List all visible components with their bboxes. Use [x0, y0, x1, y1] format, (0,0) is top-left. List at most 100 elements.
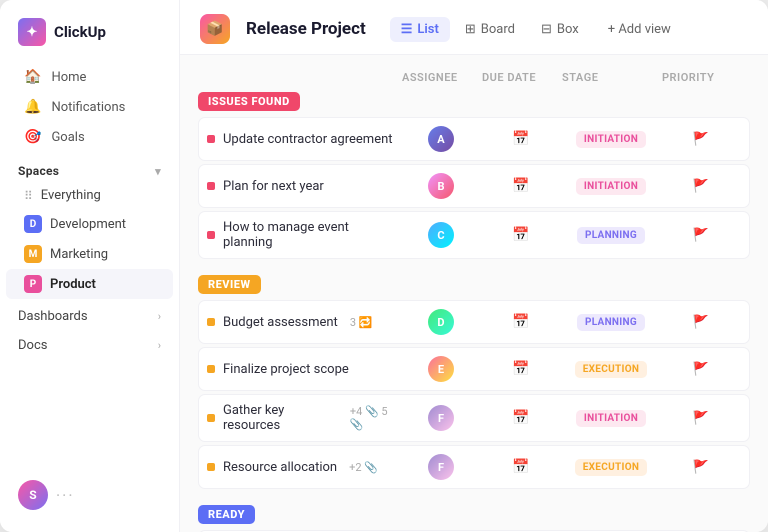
tab-bar: ☰ List ⊞ Board ⊟ Box + Add view [390, 17, 681, 42]
priority-cell: 🚩 [661, 411, 741, 426]
col-header-priority: PRIORITY [662, 71, 742, 84]
task-name: Update contractor agreement [223, 132, 393, 147]
group-review: REVIEW Budget assessment 3 🔁 D 📅 PLANNIN… [198, 273, 750, 489]
column-headers: ASSIGNEE DUE DATE STAGE PRIORITY [198, 69, 750, 90]
priority-icon: 🚩 [693, 179, 709, 194]
task-row[interactable]: Update contractor agreement A 📅 INITIATI… [198, 117, 750, 161]
tab-board-label: Board [481, 22, 515, 37]
docs-section[interactable]: Docs › [0, 328, 179, 357]
task-meta: 3 🔁 [350, 316, 373, 329]
group-header-issues[interactable]: ISSUES FOUND [198, 92, 300, 111]
priority-icon: 🚩 [693, 228, 709, 243]
calendar-icon: 📅 [512, 314, 529, 330]
task-name: Finalize project scope [223, 362, 349, 377]
sidebar-item-development[interactable]: D Development [6, 209, 173, 239]
assignee-cell: F [401, 405, 481, 431]
assignee-cell: D [401, 309, 481, 335]
task-name: Gather key resources [223, 403, 338, 433]
avatar: F [428, 454, 454, 480]
task-dot [207, 414, 215, 422]
calendar-icon: 📅 [512, 459, 529, 475]
group-header-ready[interactable]: READY [198, 505, 255, 524]
sidebar-item-marketing[interactable]: M Marketing [6, 239, 173, 269]
assignee-cell: F [401, 454, 481, 480]
col-header-stage: STAGE [562, 71, 662, 84]
app-window: ✦ ClickUp 🏠 Home 🔔 Notifications 🎯 Goals… [0, 0, 768, 532]
sidebar-item-goals-label: Goals [51, 130, 84, 145]
goals-icon: 🎯 [24, 129, 41, 145]
home-icon: 🏠 [24, 69, 41, 85]
content-area: ASSIGNEE DUE DATE STAGE PRIORITY ISSUES … [180, 55, 768, 532]
sidebar-item-everything[interactable]: ⠿ Everything [6, 182, 173, 209]
add-view-button[interactable]: + Add view [598, 17, 681, 42]
group-ready: READY New contractor agreement F 📅 PLANN… [198, 503, 750, 532]
group-issues-label: ISSUES FOUND [208, 95, 290, 108]
sidebar-footer: S ··· [0, 470, 179, 520]
due-cell: 📅 [481, 361, 561, 377]
box-icon: ⊟ [541, 22, 552, 37]
due-cell: 📅 [481, 227, 561, 243]
stage-badge: EXECUTION [575, 361, 648, 378]
avatar: A [428, 126, 454, 152]
sidebar-item-development-label: Development [50, 217, 126, 232]
due-cell: 📅 [481, 459, 561, 475]
bell-icon: 🔔 [24, 99, 41, 115]
marketing-dot: M [24, 245, 42, 263]
task-name-cell: Gather key resources +4 📎 5 📎 [207, 403, 401, 433]
stage-cell: INITIATION [561, 131, 661, 148]
task-dot [207, 463, 215, 471]
tab-board[interactable]: ⊞ Board [454, 17, 526, 42]
task-row[interactable]: How to manage event planning C 📅 PLANNIN… [198, 211, 750, 259]
due-cell: 📅 [481, 314, 561, 330]
sidebar-item-notifications-label: Notifications [51, 100, 125, 115]
task-row[interactable]: Finalize project scope E 📅 EXECUTION 🚩 [198, 347, 750, 391]
stage-badge: INITIATION [576, 131, 646, 148]
sidebar-item-goals[interactable]: 🎯 Goals [6, 122, 173, 152]
group-header-review[interactable]: REVIEW [198, 275, 261, 294]
spaces-section-header[interactable]: Spaces ▾ [0, 152, 179, 182]
stage-cell: INITIATION [561, 410, 661, 427]
list-icon: ☰ [401, 22, 413, 37]
stage-cell: EXECUTION [561, 361, 661, 378]
task-row[interactable]: Plan for next year B 📅 INITIATION 🚩 [198, 164, 750, 208]
sidebar-item-product[interactable]: P Product [6, 269, 173, 299]
tab-box[interactable]: ⊟ Box [530, 17, 590, 42]
task-name-cell: Update contractor agreement [207, 132, 401, 147]
task-meta: +4 📎 5 📎 [350, 405, 401, 431]
due-cell: 📅 [481, 410, 561, 426]
task-row[interactable]: Budget assessment 3 🔁 D 📅 PLANNING 🚩 [198, 300, 750, 344]
task-row[interactable]: Resource allocation +2 📎 F 📅 EXECUTION 🚩 [198, 445, 750, 489]
group-ready-label: READY [208, 508, 245, 521]
task-row[interactable]: Gather key resources +4 📎 5 📎 F 📅 INITIA… [198, 394, 750, 442]
stage-cell: INITIATION [561, 178, 661, 195]
col-header-assignee: ASSIGNEE [402, 71, 482, 84]
docs-label: Docs [18, 338, 47, 353]
tab-list[interactable]: ☰ List [390, 17, 450, 42]
sidebar-item-product-label: Product [50, 277, 96, 292]
sidebar-item-everything-label: Everything [41, 188, 101, 203]
due-cell: 📅 [481, 131, 561, 147]
group-review-label: REVIEW [208, 278, 251, 291]
task-dot [207, 318, 215, 326]
dashboards-label: Dashboards [18, 309, 88, 324]
add-view-label: + Add view [608, 22, 671, 37]
sidebar-item-notifications[interactable]: 🔔 Notifications [6, 92, 173, 122]
task-meta: +2 📎 [349, 461, 378, 474]
group-issues: ISSUES FOUND Update contractor agreement… [198, 90, 750, 259]
sidebar-item-home[interactable]: 🏠 Home [6, 62, 173, 92]
spaces-label: Spaces [18, 164, 59, 178]
stage-badge: EXECUTION [575, 459, 648, 476]
dashboards-section[interactable]: Dashboards › [0, 299, 179, 328]
assignee-cell: B [401, 173, 481, 199]
calendar-icon: 📅 [512, 361, 529, 377]
stage-badge: INITIATION [576, 178, 646, 195]
avatar: B [428, 173, 454, 199]
project-icon: 📦 [200, 14, 230, 44]
main-content: 📦 Release Project ☰ List ⊞ Board ⊟ Box +… [180, 0, 768, 532]
user-avatar[interactable]: S [18, 480, 48, 510]
stage-cell: PLANNING [561, 314, 661, 331]
sidebar-item-marketing-label: Marketing [50, 247, 108, 262]
priority-icon: 🚩 [693, 362, 709, 377]
priority-icon: 🚩 [693, 315, 709, 330]
product-dot: P [24, 275, 42, 293]
